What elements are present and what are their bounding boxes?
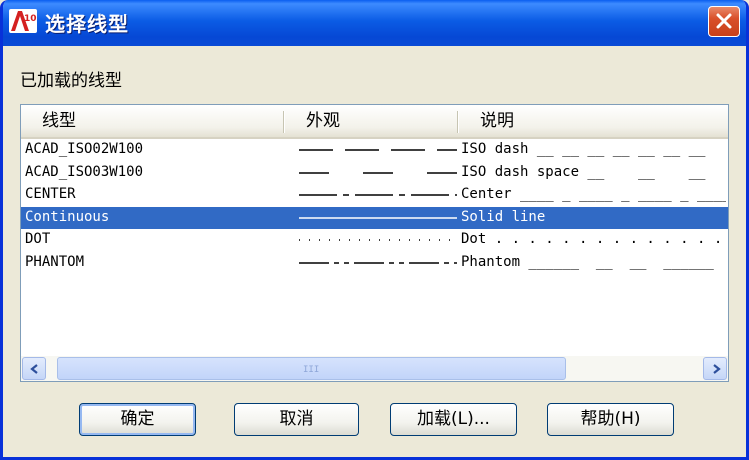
ok-button[interactable]: 确定	[79, 403, 196, 436]
linetype-appearance	[299, 216, 457, 219]
linetype-appearance	[299, 239, 457, 241]
column-header-linetype[interactable]: 线型	[21, 105, 283, 137]
linetype-appearance	[299, 261, 457, 264]
list-item[interactable]: CENTER Center ____ _ ____ _ ____ _ ____	[21, 184, 728, 206]
dialog-title: 选择线型	[45, 12, 129, 36]
horizontal-scrollbar[interactable]: III	[21, 356, 728, 381]
linetype-description: Center ____ _ ____ _ ____ _ ____	[461, 186, 726, 202]
title-bar[interactable]: 10 选择线型	[3, 0, 746, 46]
linetype-name: ACAD_ISO03W100	[25, 163, 144, 180]
scroll-left-button[interactable]	[22, 357, 46, 380]
svg-text:10: 10	[24, 14, 37, 24]
scroll-thumb[interactable]: III	[57, 357, 566, 380]
linetype-appearance	[299, 149, 457, 151]
linetype-description: ISO dash __ __ __ __ __ __ __	[461, 141, 706, 157]
linetype-list[interactable]: 线型 外观 说明 ACAD_ISO02W100 ISO dash __ __ __…	[20, 104, 729, 382]
linetype-name: PHANTOM	[25, 253, 85, 270]
arrow-left-icon	[30, 364, 38, 374]
list-item[interactable]: ACAD_ISO03W100 ISO dash space __ __ __	[21, 162, 728, 184]
linetype-description: Solid line	[461, 208, 546, 225]
autocad-app-icon: 10	[9, 9, 37, 33]
linetype-appearance	[299, 194, 457, 196]
column-header-description[interactable]: 说明	[459, 105, 719, 137]
loaded-linetypes-label: 已加载的线型	[20, 71, 122, 91]
linetype-description: Dot . . . . . . . . . . . . . . . . .	[461, 231, 723, 247]
list-item[interactable]: PHANTOM Phantom ______ __ __ ______	[21, 252, 728, 274]
help-button[interactable]: 帮助(H)	[547, 403, 674, 436]
arrow-right-icon	[713, 364, 721, 374]
linetype-name: DOT	[25, 231, 51, 247]
linetype-name: ACAD_ISO02W100	[25, 141, 144, 157]
column-header-appearance[interactable]: 外观	[285, 105, 457, 137]
cancel-button[interactable]: 取消	[234, 403, 359, 436]
linetype-appearance	[299, 171, 457, 174]
scroll-right-button[interactable]	[703, 357, 727, 380]
linetype-description: Phantom ______ __ __ ______	[461, 253, 714, 270]
linetype-name: Continuous	[25, 208, 110, 225]
list-item[interactable]: Continuous Solid line	[21, 206, 728, 229]
scroll-grip: III	[303, 365, 320, 375]
close-icon	[716, 13, 732, 29]
select-linetype-dialog: 10 选择线型 已加载的线型 线型 外观 说明 ACAD_ISO02W100 IS…	[0, 0, 749, 460]
close-button[interactable]	[708, 6, 740, 37]
list-item[interactable]: DOT Dot . . . . . . . . . . . . . . . . .	[21, 229, 728, 251]
list-header: 线型 外观 说明	[21, 105, 728, 139]
linetype-name: CENTER	[25, 186, 76, 202]
list-item[interactable]: ACAD_ISO02W100 ISO dash __ __ __ __ __ __…	[21, 139, 728, 161]
load-button[interactable]: 加载(L)...	[390, 403, 517, 436]
linetype-description: ISO dash space __ __ __	[461, 163, 706, 180]
